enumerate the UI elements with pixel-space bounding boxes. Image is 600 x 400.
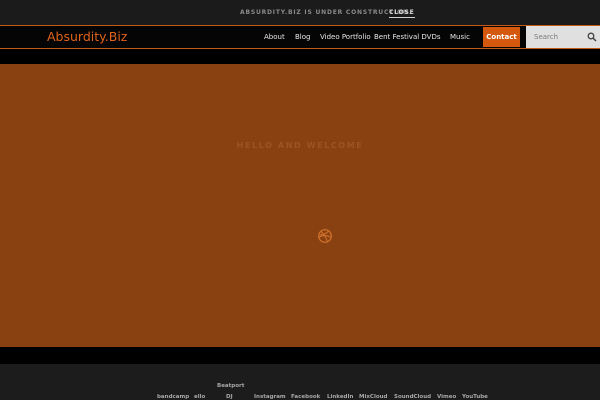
nav-about[interactable]: About (264, 33, 285, 41)
footer-link-facebook[interactable]: Facebook (291, 394, 320, 400)
search-icon[interactable] (587, 32, 597, 42)
footer-link-instagram[interactable]: Instagram (254, 394, 286, 400)
footer-link-ello[interactable]: ello (194, 394, 205, 400)
hero-title: Hello and Welcome (236, 141, 364, 150)
construction-notice-bar: Absurdity.biz is under construction. Clo… (0, 0, 600, 25)
footer-link-youtube[interactable]: YouTube (462, 394, 488, 400)
footer-link-beatport-label[interactable]: Beatport (217, 383, 244, 389)
footer-link-vimeo[interactable]: Vimeo (437, 394, 456, 400)
nav-bent-festival-dvds[interactable]: Bent Festival DVDs (374, 33, 441, 41)
footer-link-beatport-dj[interactable]: DJ (226, 394, 233, 400)
nav-video-portfolio[interactable]: Video Portfolio (320, 33, 371, 41)
footer-link-soundcloud[interactable]: SoundCloud (394, 394, 431, 400)
footer-link-linkedin[interactable]: LinkedIn (327, 394, 353, 400)
hero-section: Hello and Welcome (0, 64, 600, 347)
site-footer: bandcamp ello Beatport DJ Instagram Face… (0, 364, 600, 400)
footer-link-mixcloud[interactable]: MixCloud (359, 394, 387, 400)
close-notice-button[interactable]: Close (389, 9, 415, 18)
site-header: Absurdity.Biz About Blog Video Portfolio… (0, 25, 600, 49)
footer-link-bandcamp[interactable]: bandcamp (157, 394, 189, 400)
site-logo[interactable]: Absurdity.Biz (47, 29, 127, 44)
nav-music[interactable]: Music (450, 33, 470, 41)
contact-button[interactable]: Contact (483, 27, 520, 47)
search-box (526, 26, 600, 48)
construction-notice-text: Absurdity.biz is under construction. (240, 9, 412, 16)
nav-blog[interactable]: Blog (295, 33, 310, 41)
dribbble-ball-icon[interactable] (317, 228, 333, 244)
